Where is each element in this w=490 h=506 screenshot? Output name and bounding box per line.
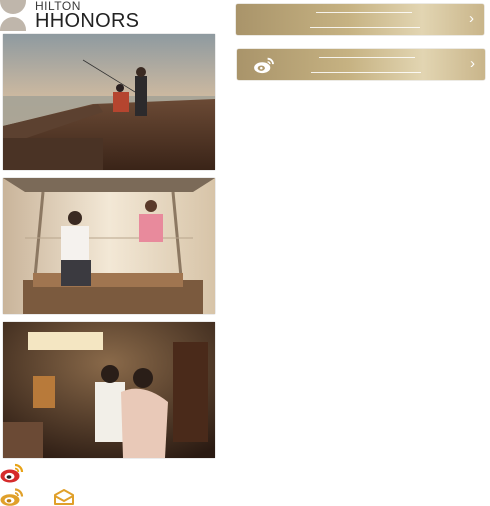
decorative-lines — [310, 10, 420, 30]
lounge-window-photo[interactable] — [3, 178, 215, 314]
seaside-deck-photo[interactable] — [3, 34, 215, 170]
weibo-gold-icon[interactable] — [0, 488, 24, 506]
chevron-right-icon: › — [469, 10, 474, 27]
weibo-red-icon[interactable] — [0, 463, 24, 483]
hilton-logo-mark-icon — [0, 0, 26, 31]
hotel-room-couple-image — [3, 322, 215, 458]
lounge-window-image — [3, 178, 215, 314]
weibo-icon — [254, 57, 274, 74]
seaside-deck-image — [3, 34, 215, 170]
decorative-lines — [311, 55, 421, 75]
gold-banner-button[interactable]: › — [236, 4, 484, 35]
chevron-right-icon: › — [470, 55, 475, 72]
weibo-banner-button[interactable]: › — [237, 49, 485, 80]
hilton-hhonors-logo: HILTON HHONORS — [0, 0, 140, 32]
mail-icon[interactable] — [53, 489, 75, 505]
logo-line-2: HHONORS — [35, 10, 140, 32]
hotel-room-couple-photo[interactable] — [3, 322, 215, 458]
